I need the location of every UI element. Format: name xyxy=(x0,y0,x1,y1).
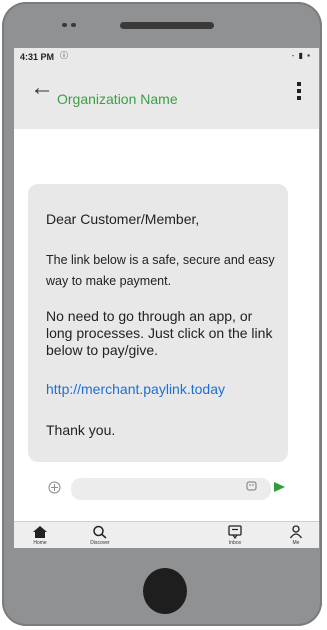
camera-dots xyxy=(62,23,82,28)
tab-discover[interactable]: Discover xyxy=(80,522,120,548)
attach-icon[interactable] xyxy=(48,481,61,494)
status-bar: 4:31 PM ⓘ - ▮ ▪ xyxy=(14,48,319,65)
tab-home[interactable]: Home xyxy=(20,522,60,548)
status-time: 4:31 PM xyxy=(20,52,55,62)
tab-me-label: Me xyxy=(292,540,300,546)
signal-icon: ⓘ xyxy=(60,51,68,60)
tab-inbox[interactable]: Inbox xyxy=(215,522,255,548)
status-icons: - ▮ ▪ xyxy=(291,51,311,60)
tab-home-label: Home xyxy=(33,540,47,546)
home-icon xyxy=(33,526,47,538)
more-options-icon[interactable] xyxy=(297,82,301,103)
home-button[interactable] xyxy=(143,568,187,614)
conversation-title: Organization Name xyxy=(57,91,178,107)
search-icon xyxy=(93,525,107,539)
message-bubble: Dear Customer/Member, The link below is … xyxy=(28,184,288,462)
payment-link[interactable]: http://merchant.paylink.today xyxy=(46,381,225,397)
emoji-icon[interactable] xyxy=(246,481,258,492)
send-icon[interactable] xyxy=(274,482,285,492)
back-arrow-icon[interactable]: ← xyxy=(30,76,54,100)
inbox-icon xyxy=(228,525,242,539)
phone-screen: 4:31 PM ⓘ - ▮ ▪ ← Organization Name Dear… xyxy=(14,48,319,548)
message-greeting: Dear Customer/Member, xyxy=(46,211,200,227)
app-bar: ← Organization Name xyxy=(14,65,319,129)
message-paragraph-1: The link below is a safe, secure and eas… xyxy=(46,253,275,288)
compose-bar xyxy=(14,476,319,502)
person-icon xyxy=(289,525,303,539)
message-input[interactable] xyxy=(71,478,271,500)
tab-discover-label: Discover xyxy=(90,540,110,546)
message-closing: Thank you. xyxy=(46,422,116,438)
speaker-grille xyxy=(120,22,214,29)
message-paragraph-2: No need to go through an app, or long pr… xyxy=(46,308,273,358)
bottom-tab-bar: Home Discover Inbox Me xyxy=(14,521,319,548)
tab-inbox-label: Inbox xyxy=(228,540,242,546)
tab-me[interactable]: Me xyxy=(276,522,316,548)
phone-frame: 4:31 PM ⓘ - ▮ ▪ ← Organization Name Dear… xyxy=(2,2,322,626)
